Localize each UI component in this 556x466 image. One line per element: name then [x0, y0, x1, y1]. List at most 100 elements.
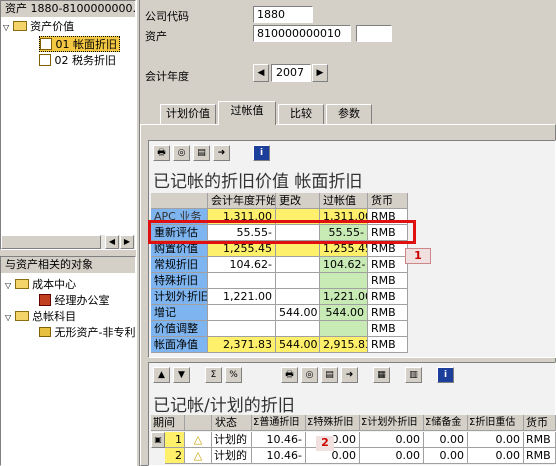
- next-year-button[interactable]: ▶: [312, 64, 328, 82]
- col-header-currency[interactable]: 货币: [368, 193, 408, 209]
- col-header-unplanned[interactable]: Σ计划外折旧: [360, 415, 424, 431]
- col-header-revaluation[interactable]: Σ折旧重估: [468, 415, 524, 431]
- ordinary-cell: 10.46-: [252, 448, 306, 464]
- tree-item-book-depreciation[interactable]: 01 帐面折旧: [39, 36, 120, 52]
- period-cell: 2: [165, 448, 185, 464]
- tree-cost-center-value[interactable]: 经理办公室: [39, 293, 110, 309]
- row-change-value: [276, 273, 320, 289]
- revaluation-cell: 0.00: [468, 448, 524, 464]
- reserve-cell: 0.00: [424, 448, 468, 464]
- col-header-status-icon[interactable]: [185, 415, 212, 431]
- document-icon: [39, 54, 51, 66]
- tree-item-tax-depreciation[interactable]: 02 税务折旧: [39, 53, 116, 69]
- row-posted-value: [320, 273, 368, 289]
- col-header-currency[interactable]: 货币: [524, 415, 556, 431]
- row-label: 常规折旧: [151, 257, 208, 273]
- tab-comparison[interactable]: 比较: [278, 104, 324, 124]
- tab-parameters[interactable]: 参数: [326, 104, 372, 124]
- row-posted-value: 1,221.00: [320, 289, 368, 305]
- sort-ascending-icon[interactable]: ▲: [153, 367, 170, 383]
- asset-number-field[interactable]: 810000000010: [253, 25, 351, 42]
- tree-cost-center[interactable]: ▽ 成本中心: [5, 277, 76, 293]
- callout-marker-2: 2: [316, 436, 334, 451]
- col-header-posted[interactable]: 过帐值: [320, 193, 368, 209]
- filter-icon[interactable]: ▼: [173, 367, 190, 383]
- tree-gl-account-value[interactable]: 无形资产-非专利: [39, 325, 135, 341]
- tree-root[interactable]: ▽ 资产价值: [3, 19, 74, 35]
- col-header-special[interactable]: Σ特殊折旧: [306, 415, 360, 431]
- key-icon: [39, 327, 51, 337]
- collapse-icon[interactable]: ▽: [5, 313, 11, 322]
- row-currency: RMB: [368, 321, 408, 337]
- subtotal-icon[interactable]: %: [225, 367, 242, 383]
- row-start-value: [208, 321, 276, 337]
- row-posted-value: 104.62-: [320, 257, 368, 273]
- previous-year-button[interactable]: ◀: [253, 64, 269, 82]
- folder-open-icon: [14, 311, 29, 321]
- chart-icon[interactable]: ▥: [405, 367, 422, 383]
- row-change-value: [276, 257, 320, 273]
- send-icon[interactable]: ➜: [213, 145, 230, 161]
- status-cell: 计划的: [212, 448, 252, 464]
- status-icon-cell: △: [185, 432, 212, 448]
- currency-cell: RMB: [524, 448, 556, 464]
- row-currency: RMB: [368, 337, 408, 353]
- row-posted-value: [320, 321, 368, 337]
- currency-cell: RMB: [524, 432, 556, 448]
- tree-gl-account[interactable]: ▽ 总帐科目: [5, 309, 76, 325]
- company-code-field[interactable]: 1880: [253, 6, 313, 23]
- layout-icon[interactable]: ▦: [373, 367, 390, 383]
- tab-posted-values[interactable]: 过帐值: [218, 101, 276, 125]
- row-label: 价值调整: [151, 321, 208, 337]
- row-change-value: 544.00: [276, 337, 320, 353]
- sum-icon[interactable]: Σ: [205, 367, 222, 383]
- col-header-ordinary[interactable]: Σ普通折旧: [252, 415, 306, 431]
- row-start-value: 2,371.83: [208, 337, 276, 353]
- print-icon[interactable]: 🖶: [281, 367, 298, 383]
- col-header-fy-start[interactable]: 会计年度开始: [208, 193, 276, 209]
- info-icon[interactable]: i: [253, 145, 270, 161]
- col-header-reserve[interactable]: Σ储备金: [424, 415, 468, 431]
- scroll-thumb[interactable]: [1, 235, 101, 249]
- preview-icon[interactable]: ◎: [301, 367, 318, 383]
- row-expand-icon: ▣: [154, 435, 162, 444]
- asset-label: 资产: [145, 30, 167, 43]
- scroll-right-button[interactable]: ▶: [120, 235, 134, 249]
- info-icon[interactable]: i: [437, 367, 454, 383]
- collapse-icon[interactable]: ▽: [5, 281, 11, 290]
- callout-marker-1: 1: [405, 248, 431, 264]
- col-header-label: [151, 193, 208, 209]
- export-icon[interactable]: ▤: [321, 367, 338, 383]
- document-icon: [40, 38, 52, 50]
- preview-icon[interactable]: ◎: [173, 145, 190, 161]
- row-start-value: [208, 273, 276, 289]
- scroll-left-button[interactable]: ◀: [105, 235, 119, 249]
- row-selector[interactable]: ▣: [151, 432, 165, 448]
- grid-title: 已记帐的折旧价值 帐面折旧: [153, 172, 363, 192]
- print-icon[interactable]: 🖶: [153, 145, 170, 161]
- export-icon[interactable]: ▤: [193, 145, 210, 161]
- fiscal-year-field[interactable]: 2007: [271, 64, 311, 82]
- collapse-icon[interactable]: ▽: [3, 20, 9, 36]
- unplanned-cell: 0.00: [360, 432, 424, 448]
- row-label: 增记: [151, 305, 208, 321]
- unplanned-cell: 0.00: [360, 448, 424, 464]
- tree-hscrollbar[interactable]: ◀ ▶: [1, 235, 135, 249]
- col-header-period[interactable]: 期间: [151, 415, 185, 431]
- row-change-value: [276, 289, 320, 305]
- folder-open-icon: [12, 21, 27, 31]
- warning-triangle-icon: △: [193, 449, 203, 462]
- send-icon[interactable]: ➜: [341, 367, 358, 383]
- col-header-status[interactable]: 状态: [212, 415, 252, 431]
- fiscal-year-label: 会计年度: [145, 70, 189, 83]
- row-currency: RMB: [368, 305, 408, 321]
- col-header-change[interactable]: 更改: [276, 193, 320, 209]
- asset-subnumber-field[interactable]: [356, 25, 392, 42]
- reserve-cell: 0.00: [424, 432, 468, 448]
- row-label: 特殊折旧: [151, 273, 208, 289]
- revaluation-highlight-box: [148, 220, 416, 244]
- row-change-value: 544.00: [276, 305, 320, 321]
- tab-planned-values[interactable]: 计划价值: [160, 104, 216, 124]
- asset-tree-panel: 资产 1880-8100000000... ▽ 资产价值 01 帐面折旧 02 …: [0, 0, 136, 250]
- ordinary-cell: 10.46-: [252, 432, 306, 448]
